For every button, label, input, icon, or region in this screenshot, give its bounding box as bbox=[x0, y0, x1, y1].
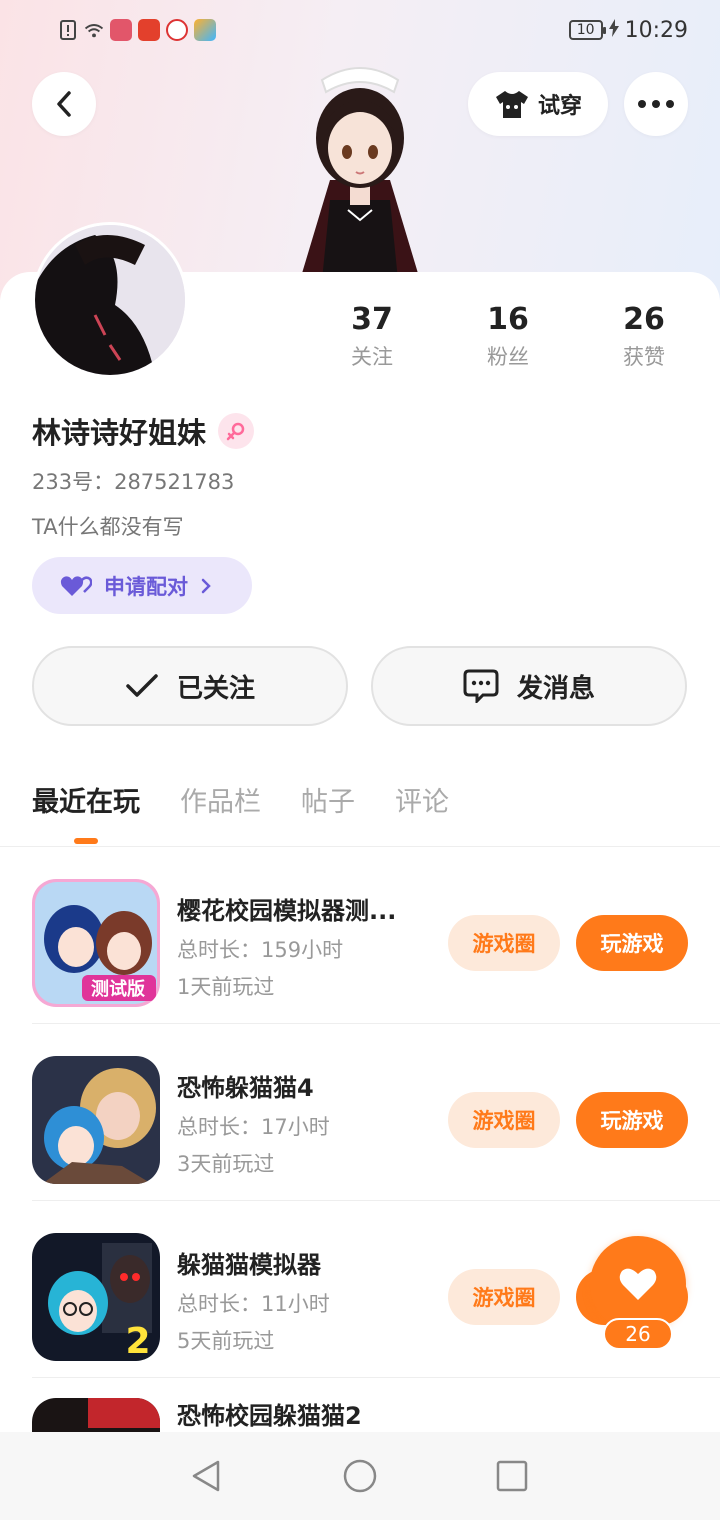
likes-count: 26 bbox=[623, 302, 665, 337]
status-bar: 10 10:29 bbox=[0, 0, 720, 60]
game-duration: 总时长：17小时 bbox=[177, 1115, 330, 1139]
female-gender-icon bbox=[218, 413, 255, 449]
list-item[interactable]: 恐怖躲猫猫4 总时长：17小时 3天前玩过 游戏圈 玩游戏 bbox=[32, 1024, 720, 1201]
tab-works[interactable]: 作品栏 bbox=[180, 780, 261, 844]
followers-count: 16 bbox=[487, 302, 529, 337]
following-label: 关注 bbox=[351, 345, 393, 369]
like-count-badge: 26 bbox=[603, 1318, 673, 1350]
profile-tabs: 最近在玩 作品栏 帖子 评论 bbox=[32, 780, 449, 844]
more-dots-icon bbox=[638, 100, 674, 108]
status-icons bbox=[58, 19, 216, 41]
likes-stat[interactable]: 26 获赞 bbox=[576, 300, 712, 374]
character-avatar-illustration bbox=[300, 67, 420, 280]
wifi-icon bbox=[84, 20, 104, 40]
message-bubble-icon bbox=[463, 669, 499, 703]
status-time: 10:29 bbox=[624, 17, 688, 43]
svg-text:测试版: 测试版 bbox=[91, 978, 145, 1000]
game-title: 躲猫猫模拟器 bbox=[177, 1251, 321, 1279]
tab-posts[interactable]: 帖子 bbox=[301, 780, 355, 844]
username-row: 林诗诗好姐妹 bbox=[32, 410, 255, 452]
nav-home-button[interactable] bbox=[342, 1458, 378, 1494]
send-message-button[interactable]: 发消息 bbox=[371, 646, 687, 726]
profile-stats: 37 关注 16 粉丝 26 获赞 bbox=[304, 300, 712, 374]
system-navigation-bar bbox=[0, 1432, 720, 1520]
battery-indicator: 10 bbox=[568, 20, 606, 40]
game-duration: 总时长：11小时 bbox=[177, 1292, 330, 1316]
game-icon: 测试版 bbox=[32, 879, 160, 1007]
game-icon: 2 bbox=[32, 1233, 160, 1361]
list-item[interactable]: 测试版 樱花校园模拟器测... 总时长：159小时 1天前玩过 游戏圈 玩游戏 bbox=[32, 847, 720, 1024]
user-avatar[interactable] bbox=[32, 222, 188, 378]
send-message-label: 发消息 bbox=[516, 673, 595, 704]
try-on-label: 试穿 bbox=[537, 94, 582, 119]
tab-label: 评论 bbox=[395, 787, 449, 818]
followed-button[interactable]: 已关注 bbox=[32, 646, 348, 726]
app-notification-icon bbox=[166, 19, 188, 41]
game-title: 恐怖躲猫猫4 bbox=[177, 1074, 314, 1102]
user-bio: TA什么都没有写 bbox=[32, 515, 184, 539]
app-notification-icon bbox=[138, 19, 160, 41]
likes-label: 获赞 bbox=[623, 345, 665, 369]
square-recents-icon bbox=[496, 1460, 528, 1492]
try-on-button[interactable]: 试穿 bbox=[468, 72, 608, 136]
followed-label: 已关注 bbox=[176, 673, 255, 704]
request-pair-button[interactable]: 申请配对 bbox=[32, 557, 252, 614]
recent-games-list: 测试版 樱花校园模拟器测... 总时长：159小时 1天前玩过 游戏圈 玩游戏 … bbox=[0, 847, 720, 1438]
hearts-icon bbox=[60, 575, 92, 596]
charging-icon bbox=[608, 18, 619, 43]
circle-home-icon bbox=[343, 1459, 377, 1493]
nav-back-button[interactable] bbox=[188, 1458, 224, 1494]
game-last-played: 1天前玩过 bbox=[177, 975, 275, 999]
triangle-back-icon bbox=[192, 1460, 220, 1492]
check-icon bbox=[126, 674, 158, 697]
game-duration: 总时长：159小时 bbox=[177, 938, 344, 962]
nav-recents-button[interactable] bbox=[494, 1458, 530, 1494]
active-tab-indicator bbox=[74, 838, 98, 844]
more-options-button[interactable] bbox=[624, 72, 688, 136]
play-game-button[interactable]: 玩游戏 bbox=[576, 915, 688, 971]
tab-label: 帖子 bbox=[301, 787, 355, 818]
game-last-played: 5天前玩过 bbox=[177, 1329, 275, 1353]
tab-label: 最近在玩 bbox=[32, 787, 140, 818]
game-circle-button[interactable]: 游戏圈 bbox=[448, 1269, 560, 1325]
tab-label: 作品栏 bbox=[180, 787, 261, 818]
list-item[interactable]: 恐怖校园躲猫猫2 bbox=[32, 1378, 720, 1438]
back-button[interactable] bbox=[32, 72, 96, 136]
game-title: 恐怖校园躲猫猫2 bbox=[177, 1402, 362, 1430]
user-id: 233号：287521783 bbox=[32, 470, 235, 494]
username: 林诗诗好姐妹 bbox=[32, 416, 207, 450]
chevron-left-icon bbox=[57, 91, 71, 117]
followers-stat[interactable]: 16 粉丝 bbox=[440, 300, 576, 374]
svg-text:2: 2 bbox=[125, 1321, 150, 1361]
play-game-button[interactable]: 玩游戏 bbox=[576, 1092, 688, 1148]
game-circle-button[interactable]: 游戏圈 bbox=[448, 915, 560, 971]
following-count: 37 bbox=[351, 302, 393, 337]
request-pair-label: 申请配对 bbox=[104, 574, 188, 599]
followers-label: 粉丝 bbox=[487, 345, 529, 369]
sim-alert-icon bbox=[58, 20, 78, 40]
avatar-image bbox=[35, 225, 185, 375]
following-stat[interactable]: 37 关注 bbox=[304, 300, 440, 374]
heart-icon bbox=[619, 1268, 657, 1300]
game-title: 樱花校园模拟器测... bbox=[177, 897, 397, 925]
game-circle-button[interactable]: 游戏圈 bbox=[448, 1092, 560, 1148]
game-icon bbox=[32, 1056, 160, 1184]
tab-comments[interactable]: 评论 bbox=[395, 780, 449, 844]
app-notification-icon bbox=[110, 19, 132, 41]
game-last-played: 3天前玩过 bbox=[177, 1152, 275, 1176]
chevron-right-icon bbox=[201, 578, 211, 593]
app-notification-icon bbox=[194, 19, 216, 41]
tab-recently-played[interactable]: 最近在玩 bbox=[32, 780, 140, 844]
status-right: 10 10:29 bbox=[568, 17, 688, 43]
tshirt-icon bbox=[495, 91, 528, 118]
